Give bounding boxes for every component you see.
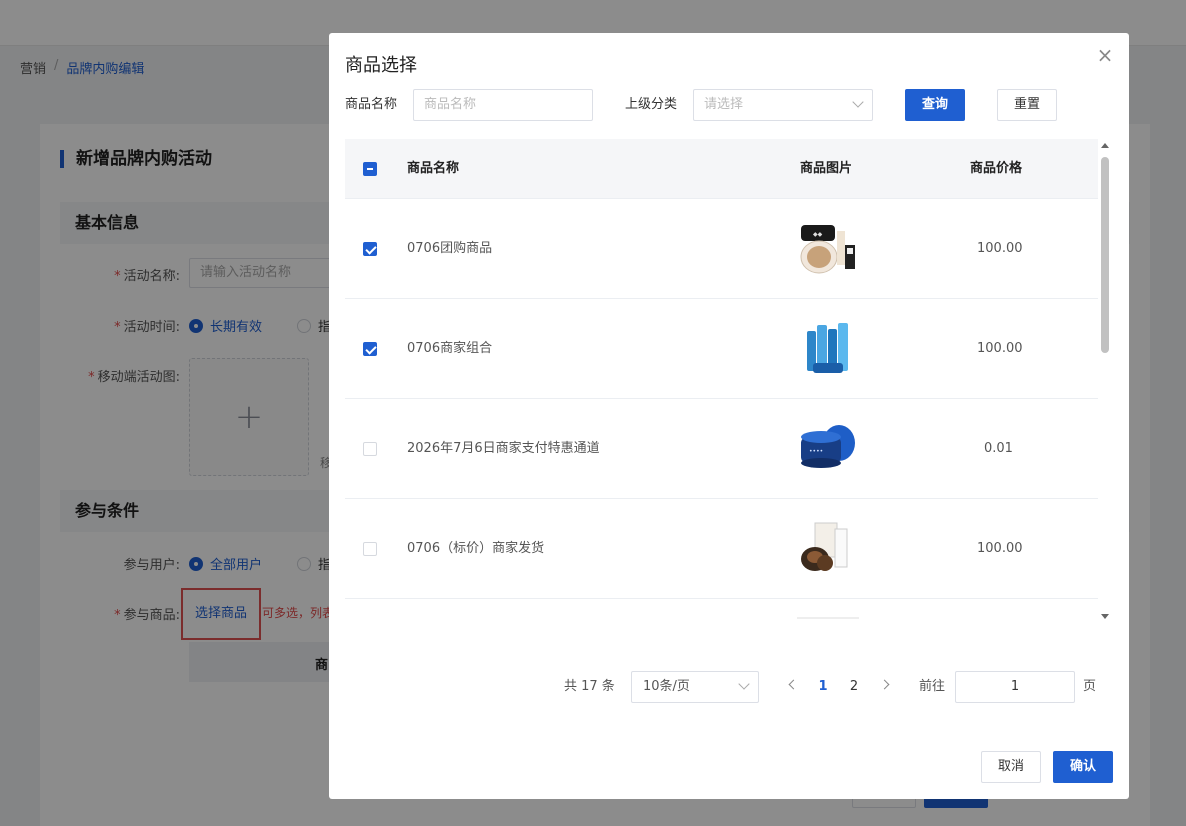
table-row[interactable] [345, 599, 1098, 619]
query-category-select[interactable]: 请选择 [693, 89, 873, 121]
select-all-checkbox[interactable] [363, 162, 377, 176]
svg-text:••••: •••• [809, 448, 823, 455]
close-icon[interactable]: × [1095, 45, 1115, 65]
goto-page-input[interactable]: 1 [955, 671, 1075, 703]
product-price: 100.00 [977, 241, 1023, 256]
table-header: 商品名称 商品图片 商品价格 [345, 139, 1098, 199]
scroll-up-arrow-icon[interactable] [1101, 143, 1109, 148]
product-thumb-partial [797, 617, 859, 619]
product-name: 0706团购商品 [407, 241, 493, 256]
cushion-makeup-set-image [801, 522, 848, 571]
prev-page-icon[interactable] [788, 679, 799, 690]
page-suffix: 页 [1083, 679, 1097, 694]
row-checkbox[interactable] [363, 242, 377, 256]
scroll-down-arrow-icon[interactable] [1101, 614, 1109, 619]
chevron-down-icon [738, 678, 750, 690]
blue-cream-jar-image: •••• [801, 425, 855, 468]
goto-label: 前往 [919, 679, 946, 694]
page-number-1[interactable]: 1 [813, 671, 833, 703]
goods-select-dialog: 商品选择 × 商品名称 商品名称 上级分类 请选择 查询 重置 商品名称 商品图… [329, 33, 1129, 799]
blue-skincare-set-image [807, 323, 848, 373]
query-name-label: 商品名称 [345, 97, 398, 112]
svg-text:◆◆: ◆◆ [813, 231, 823, 238]
scrollbar-thumb[interactable] [1101, 157, 1109, 353]
query-category-label: 上级分类 [625, 97, 678, 112]
pagination-total: 共 17 条 [564, 679, 615, 694]
table-row[interactable]: 0706（标价）商家发货 100.00 [345, 499, 1098, 599]
row-checkbox[interactable] [363, 442, 377, 456]
row-checkbox[interactable] [363, 542, 377, 556]
product-name: 2026年7月6日商家支付特惠通道 [407, 441, 600, 456]
product-price: 100.00 [977, 341, 1023, 356]
page-number-2[interactable]: 2 [844, 671, 864, 703]
chevron-down-icon [852, 96, 864, 108]
dialog-title: 商品选择 [345, 55, 417, 76]
reset-button[interactable]: 重置 [997, 89, 1057, 121]
goods-table: 商品名称 商品图片 商品价格 0706团购商品 ◆◆ 100.00 0706商家… [345, 139, 1098, 619]
column-image-header: 商品图片 [800, 161, 853, 176]
table-scrollbar[interactable] [1100, 143, 1110, 619]
product-name: 0706商家组合 [407, 341, 493, 356]
column-name-header: 商品名称 [407, 161, 460, 176]
next-page-icon[interactable] [879, 679, 890, 690]
table-row[interactable]: 0706商家组合 100.00 [345, 299, 1098, 399]
confirm-button[interactable]: 确认 [1053, 751, 1113, 783]
query-name-input[interactable]: 商品名称 [413, 89, 593, 121]
product-price: 100.00 [977, 541, 1023, 556]
cosmetic-compact-image: ◆◆ [800, 225, 855, 274]
page-size-select[interactable]: 10条/页 [631, 671, 759, 703]
cancel-button[interactable]: 取消 [981, 751, 1041, 783]
row-checkbox[interactable] [363, 342, 377, 356]
search-button[interactable]: 查询 [905, 89, 965, 121]
product-price: 0.01 [984, 441, 1013, 456]
table-row[interactable]: 2026年7月6日商家支付特惠通道 •••• 0.01 [345, 399, 1098, 499]
product-name: 0706（标价）商家发货 [407, 541, 545, 556]
table-row[interactable]: 0706团购商品 ◆◆ 100.00 [345, 199, 1098, 299]
column-price-header: 商品价格 [970, 161, 1023, 176]
